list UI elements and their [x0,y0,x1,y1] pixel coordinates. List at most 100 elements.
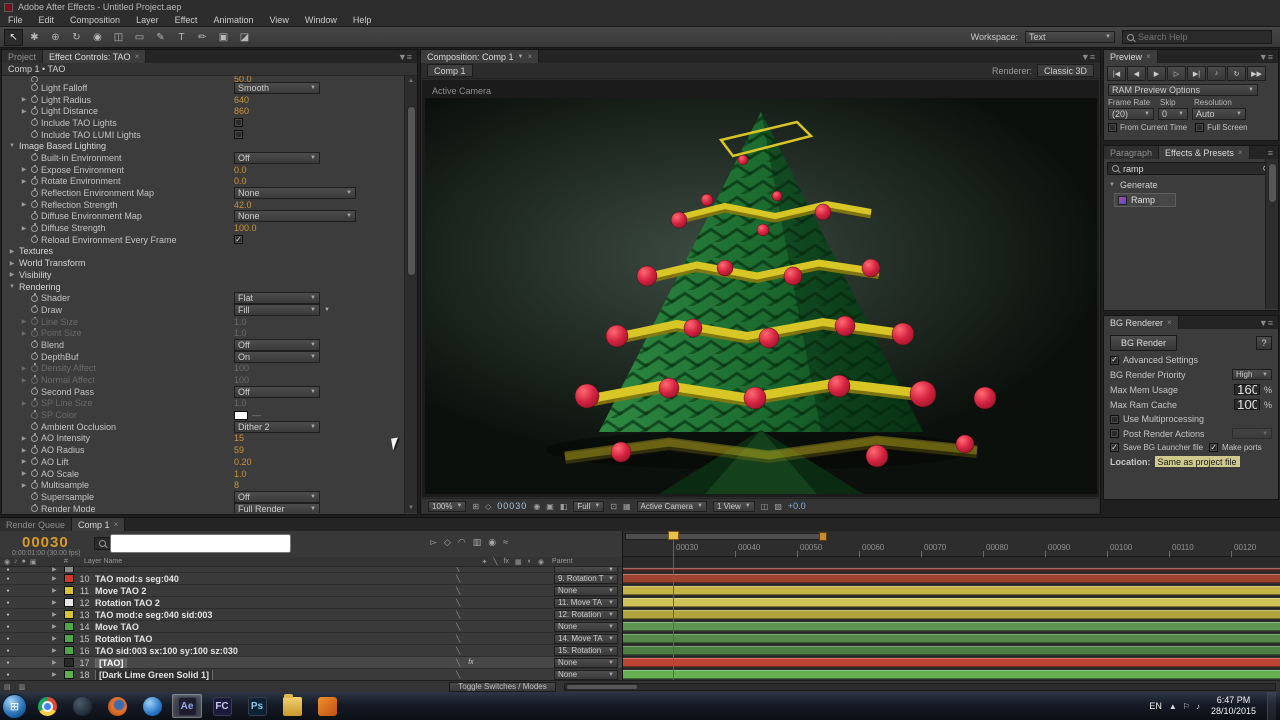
expander-icon[interactable]: ▶ [20,377,28,384]
property-value[interactable]: 1.0 [234,328,247,338]
expander-icon[interactable]: ▶ [20,365,28,372]
stopwatch-icon[interactable] [31,468,38,478]
effects-switch-icon[interactable]: fx [468,659,473,667]
language-indicator[interactable]: EN [1149,701,1162,711]
quality-switch-icon[interactable]: ╲ [456,635,460,643]
property-value[interactable]: 15 [234,433,244,443]
layer-visibility-toggle[interactable]: ● [0,600,16,606]
advanced-settings-row[interactable]: ✓ Advanced Settings [1104,353,1278,367]
property-dropdown[interactable]: Off ▼ [234,385,320,398]
comp-selector-tab[interactable]: Comp 1 [427,64,473,77]
expander-icon[interactable]: ▶ [20,470,28,477]
layer-expander-icon[interactable]: ▶ [52,587,64,594]
stopwatch-icon[interactable] [31,503,38,513]
expander-icon[interactable]: ▶ [20,166,28,173]
type-tool[interactable]: T [172,29,191,46]
scrollbar-thumb[interactable] [566,684,637,689]
expander-icon[interactable]: ▶ [20,318,28,325]
effect-controls-scrollbar[interactable]: ▲ ▼ [404,76,417,513]
help-search-input[interactable] [1138,32,1267,42]
expander-icon[interactable]: ▶ [8,271,16,278]
composition-viewport[interactable]: Active Camera [422,80,1099,497]
layer-row[interactable]: ● ▶ 13 TAO mod:e seg:040 sid:003 ╲ 12. Rotati… [0,609,622,621]
layer-row[interactable]: ● ▶ 11 Move TAO 2 ╲ None ▼ [0,585,622,597]
property-value[interactable]: 42.0 [234,200,252,210]
stopwatch-icon[interactable] [31,176,38,185]
layer-visibility-toggle[interactable]: ● [0,672,16,678]
layer-expander-icon[interactable]: ▶ [52,635,64,642]
quality-switch-icon[interactable]: ╲ [456,623,460,631]
stopwatch-icon[interactable] [31,82,38,92]
stopwatch-icon[interactable] [31,445,38,454]
property-dropdown[interactable]: None ▼ [234,187,356,200]
stopwatch-icon[interactable] [31,293,38,302]
pan-behind-tool[interactable]: ◫ [109,29,128,46]
layer-row[interactable]: ● ▶ 15 Rotation TAO ╲ 14. Move TA ▼ [0,633,622,645]
use-multiprocessing-row[interactable]: Use Multiprocessing [1104,412,1278,426]
property-value[interactable]: 860 [234,106,249,116]
close-icon[interactable]: × [135,52,140,61]
expander-icon[interactable]: ▼ [8,284,16,290]
expander-icon[interactable]: ▼ [1108,182,1116,188]
property-checkbox[interactable] [234,130,243,140]
stopwatch-icon[interactable] [31,375,38,384]
grid-options-icon[interactable]: ⊞ [472,502,479,511]
priority-dropdown[interactable]: High ▼ [1232,369,1272,380]
stopwatch-icon[interactable] [31,234,38,244]
resolution-dropdown[interactable]: Full ▼ [573,500,605,512]
property-value[interactable]: 1.0 [234,317,247,327]
play-button[interactable]: ▶ [1147,66,1166,81]
post-render-actions-checkbox[interactable] [1110,429,1119,438]
property-value[interactable]: 100.0 [234,223,257,233]
tab-paragraph[interactable]: Paragraph [1104,146,1160,159]
layer-parent-dropdown[interactable]: None ▼ [554,585,618,596]
from-current-time-option[interactable]: From Current Time [1108,123,1187,132]
hide-shy-layers-icon[interactable]: ◠ [458,537,466,548]
layer-visibility-toggle[interactable]: ● [0,588,16,594]
view-layout-dropdown[interactable]: 1 View ▼ [712,500,755,512]
layer-parent-dropdown[interactable]: 12. Rotation ▼ [554,609,618,620]
layer-name[interactable]: [Dark Lime Green Solid 1] [95,669,446,680]
layer-duration-bar[interactable] [623,586,1280,595]
expander-icon[interactable]: ▶ [8,248,16,255]
layer-row[interactable]: ● ▶ 16 TAO sid:003 sx:100 sy:100 sz:030 ╲ 15.… [0,645,622,657]
bg-help-button[interactable]: ? [1256,336,1272,350]
layer-name[interactable]: Move TAO 2 [95,586,446,596]
tab-comp-1[interactable]: Comp 1 × [72,518,126,531]
menu-window[interactable]: Window [297,14,345,27]
fast-previews-icon[interactable]: ▧ [774,502,782,511]
stopwatch-icon[interactable] [31,117,38,127]
layer-row[interactable]: ● ▶ 10 TAO mod:s seg:040 ╲ 9. Rotation T ▼ [0,573,622,585]
expander-icon[interactable]: ▶ [20,447,28,454]
close-icon[interactable]: × [1167,318,1172,327]
timeline-search-input[interactable] [110,534,291,553]
expander-icon[interactable]: ▶ [20,178,28,185]
draft-3d-icon[interactable]: ◇ [444,537,451,548]
property-value[interactable]: 0.20 [234,457,252,467]
save-bg-launcher-checkbox[interactable]: ✓ [1110,443,1119,452]
close-icon[interactable]: × [114,520,119,529]
layer-visibility-toggle[interactable]: ● [0,612,16,618]
layer-expander-icon[interactable]: ▶ [52,671,64,678]
composition-mini-flowchart-icon[interactable]: ▻ [430,537,437,548]
ram-preview-button[interactable]: ▶▶ [1247,66,1266,81]
from-current-time-checkbox[interactable] [1108,123,1117,132]
menu-composition[interactable]: Composition [62,14,128,27]
tools-app-icon[interactable] [312,694,342,718]
brush-tool[interactable]: ✏ [193,29,212,46]
stopwatch-icon[interactable] [31,433,38,442]
snapshot-icon[interactable]: ◉ [533,502,540,511]
playhead-handle[interactable] [668,531,679,540]
tab-composition[interactable]: Composition: Comp 1 ▼ × [421,50,540,63]
property-dropdown[interactable]: Flat ▼ [234,292,320,305]
property-dropdown[interactable]: Smooth ▼ [234,81,320,94]
layer-duration-bar[interactable] [623,622,1280,631]
panel-menu-icon[interactable]: ▼≡ [393,50,417,63]
layer-expander-icon[interactable]: ▶ [52,575,64,582]
bg-render-button[interactable]: BG Render [1110,335,1178,351]
property-value[interactable]: 1.0 [234,469,247,479]
menu-file[interactable]: File [0,14,31,27]
stopwatch-icon[interactable] [31,129,38,139]
frame-blending-icon[interactable]: ▥ [473,537,482,548]
panel-menu-icon[interactable]: ≡ [1263,146,1278,159]
